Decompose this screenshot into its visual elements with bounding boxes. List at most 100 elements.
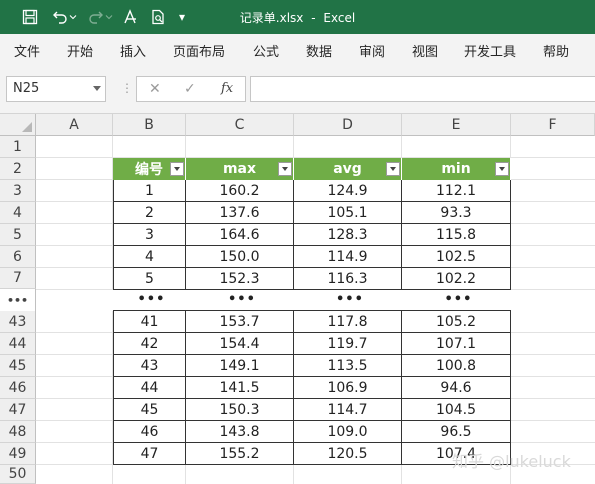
table-cell[interactable]: 114.7 (294, 399, 402, 421)
table-cell[interactable]: 5 (113, 268, 186, 290)
table-cell[interactable]: 107.1 (402, 333, 511, 355)
table-cell[interactable]: 143.8 (186, 421, 294, 443)
table-cell[interactable]: 45 (113, 399, 186, 421)
table-cell[interactable]: 104.5 (402, 399, 511, 421)
tab-page-layout[interactable]: 页面布局 (173, 41, 225, 60)
table-cell[interactable]: 116.3 (294, 268, 402, 290)
column-header-b[interactable]: B (113, 114, 186, 136)
gridline-horizontal (36, 464, 113, 465)
row-header-48[interactable]: 48 (0, 421, 36, 443)
table-cell[interactable]: 4 (113, 246, 186, 268)
table-cell[interactable]: 94.6 (402, 377, 511, 399)
table-cell[interactable]: 150.3 (186, 399, 294, 421)
table-cell[interactable]: 154.4 (186, 333, 294, 355)
tab-help[interactable]: 帮助 (543, 41, 569, 60)
select-all-button[interactable] (0, 114, 36, 136)
table-cell[interactable]: 164.6 (186, 224, 294, 246)
formula-input[interactable] (250, 76, 595, 102)
table-cell[interactable]: 155.2 (186, 443, 294, 465)
table-cell[interactable]: 47 (113, 443, 186, 465)
table-cell[interactable]: 109.0 (294, 421, 402, 443)
row-header-4[interactable]: 4 (0, 202, 36, 224)
chevron-down-icon[interactable] (93, 86, 101, 91)
table-cell[interactable]: 149.1 (186, 355, 294, 377)
column-header-a[interactable]: A (36, 114, 113, 136)
gridline-horizontal (36, 157, 113, 158)
table-cell[interactable]: 150.0 (186, 246, 294, 268)
row-header-47[interactable]: 47 (0, 399, 36, 421)
tab-formulas[interactable]: 公式 (253, 41, 279, 60)
filter-dropdown-icon[interactable] (386, 162, 400, 176)
gridline-horizontal (36, 420, 113, 421)
table-cell[interactable]: 114.9 (294, 246, 402, 268)
table-cell[interactable]: 153.7 (186, 311, 294, 333)
tab-insert[interactable]: 插入 (120, 41, 146, 60)
table-cell[interactable]: 112.1 (402, 180, 511, 202)
formula-bar: N25 ⋮ ✕ ✓ fx (0, 64, 595, 114)
table-cell[interactable]: 115.8 (402, 224, 511, 246)
filter-dropdown-icon[interactable] (170, 162, 184, 176)
row-header-5[interactable]: 5 (0, 224, 36, 246)
watermark: 知乎 @lukeluck (452, 452, 571, 471)
tab-home[interactable]: 开始 (67, 41, 93, 60)
table-cell[interactable]: 102.5 (402, 246, 511, 268)
tab-review[interactable]: 审阅 (359, 41, 385, 60)
column-header-c[interactable]: C (186, 114, 294, 136)
table-cell[interactable]: 43 (113, 355, 186, 377)
table-cell[interactable]: 100.8 (402, 355, 511, 377)
insert-function-icon[interactable]: fx (221, 81, 233, 96)
table-cell[interactable]: 106.9 (294, 377, 402, 399)
row-header-44[interactable]: 44 (0, 333, 36, 355)
row-header-43[interactable]: 43 (0, 311, 36, 333)
name-box[interactable]: N25 (6, 76, 106, 102)
column-header-d[interactable]: D (294, 114, 402, 136)
table-cell[interactable]: 2 (113, 202, 186, 224)
row-header-6[interactable]: 6 (0, 246, 36, 268)
column-header-f[interactable]: F (511, 114, 595, 136)
row-skip-marker: ••• (0, 289, 36, 311)
row-header-46[interactable]: 46 (0, 377, 36, 399)
table-cell[interactable]: 141.5 (186, 377, 294, 399)
row-header-45[interactable]: 45 (0, 355, 36, 377)
table-cell[interactable]: 124.9 (294, 180, 402, 202)
tab-data[interactable]: 数据 (306, 41, 332, 60)
row-header-1[interactable]: 1 (0, 136, 36, 158)
row-header-50[interactable]: 50 (0, 465, 36, 484)
filter-dropdown-icon[interactable] (278, 162, 292, 176)
filter-dropdown-icon[interactable] (495, 162, 509, 176)
tab-file[interactable]: 文件 (14, 41, 40, 60)
enter-icon[interactable]: ✓ (184, 81, 196, 97)
table-cell[interactable]: 46 (113, 421, 186, 443)
table-cell[interactable]: 120.5 (294, 443, 402, 465)
tab-view[interactable]: 视图 (412, 41, 438, 60)
table-cell[interactable]: 128.3 (294, 224, 402, 246)
gridline-horizontal (36, 179, 113, 180)
table-cell[interactable]: 42 (113, 333, 186, 355)
row-header-2[interactable]: 2 (0, 158, 36, 180)
worksheet-grid[interactable]: A B C D E F 1 2 3 4 5 6 7 43 44 45 46 47 48 49 50 编号 ma… (0, 114, 595, 484)
table-cell[interactable]: 137.6 (186, 202, 294, 224)
table-cell[interactable]: 117.8 (294, 311, 402, 333)
tab-developer[interactable]: 开发工具 (464, 41, 516, 60)
table-cell[interactable]: 44 (113, 377, 186, 399)
table-cell[interactable]: 102.2 (402, 268, 511, 290)
table-cell[interactable]: 152.3 (186, 268, 294, 290)
table-cell[interactable]: 41 (113, 311, 186, 333)
table-cell[interactable]: 3 (113, 224, 186, 246)
table-cell[interactable]: 1 (113, 180, 186, 202)
gridline-horizontal (36, 267, 113, 268)
row-header-7[interactable]: 7 (0, 268, 36, 289)
table-cell[interactable]: 93.3 (402, 202, 511, 224)
table-cell[interactable]: 96.5 (402, 421, 511, 443)
column-header-e[interactable]: E (402, 114, 511, 136)
table-cell[interactable]: 119.7 (294, 333, 402, 355)
row-header-49[interactable]: 49 (0, 443, 36, 465)
ellipsis-marker: ••• (444, 292, 473, 307)
table-cell[interactable]: 105.1 (294, 202, 402, 224)
table-cell[interactable]: 105.2 (402, 311, 511, 333)
cancel-icon[interactable]: ✕ (149, 81, 161, 97)
table-cell[interactable]: 113.5 (294, 355, 402, 377)
formula-bar-grip[interactable]: ⋮ (121, 81, 133, 95)
table-cell[interactable]: 160.2 (186, 180, 294, 202)
row-header-3[interactable]: 3 (0, 180, 36, 202)
